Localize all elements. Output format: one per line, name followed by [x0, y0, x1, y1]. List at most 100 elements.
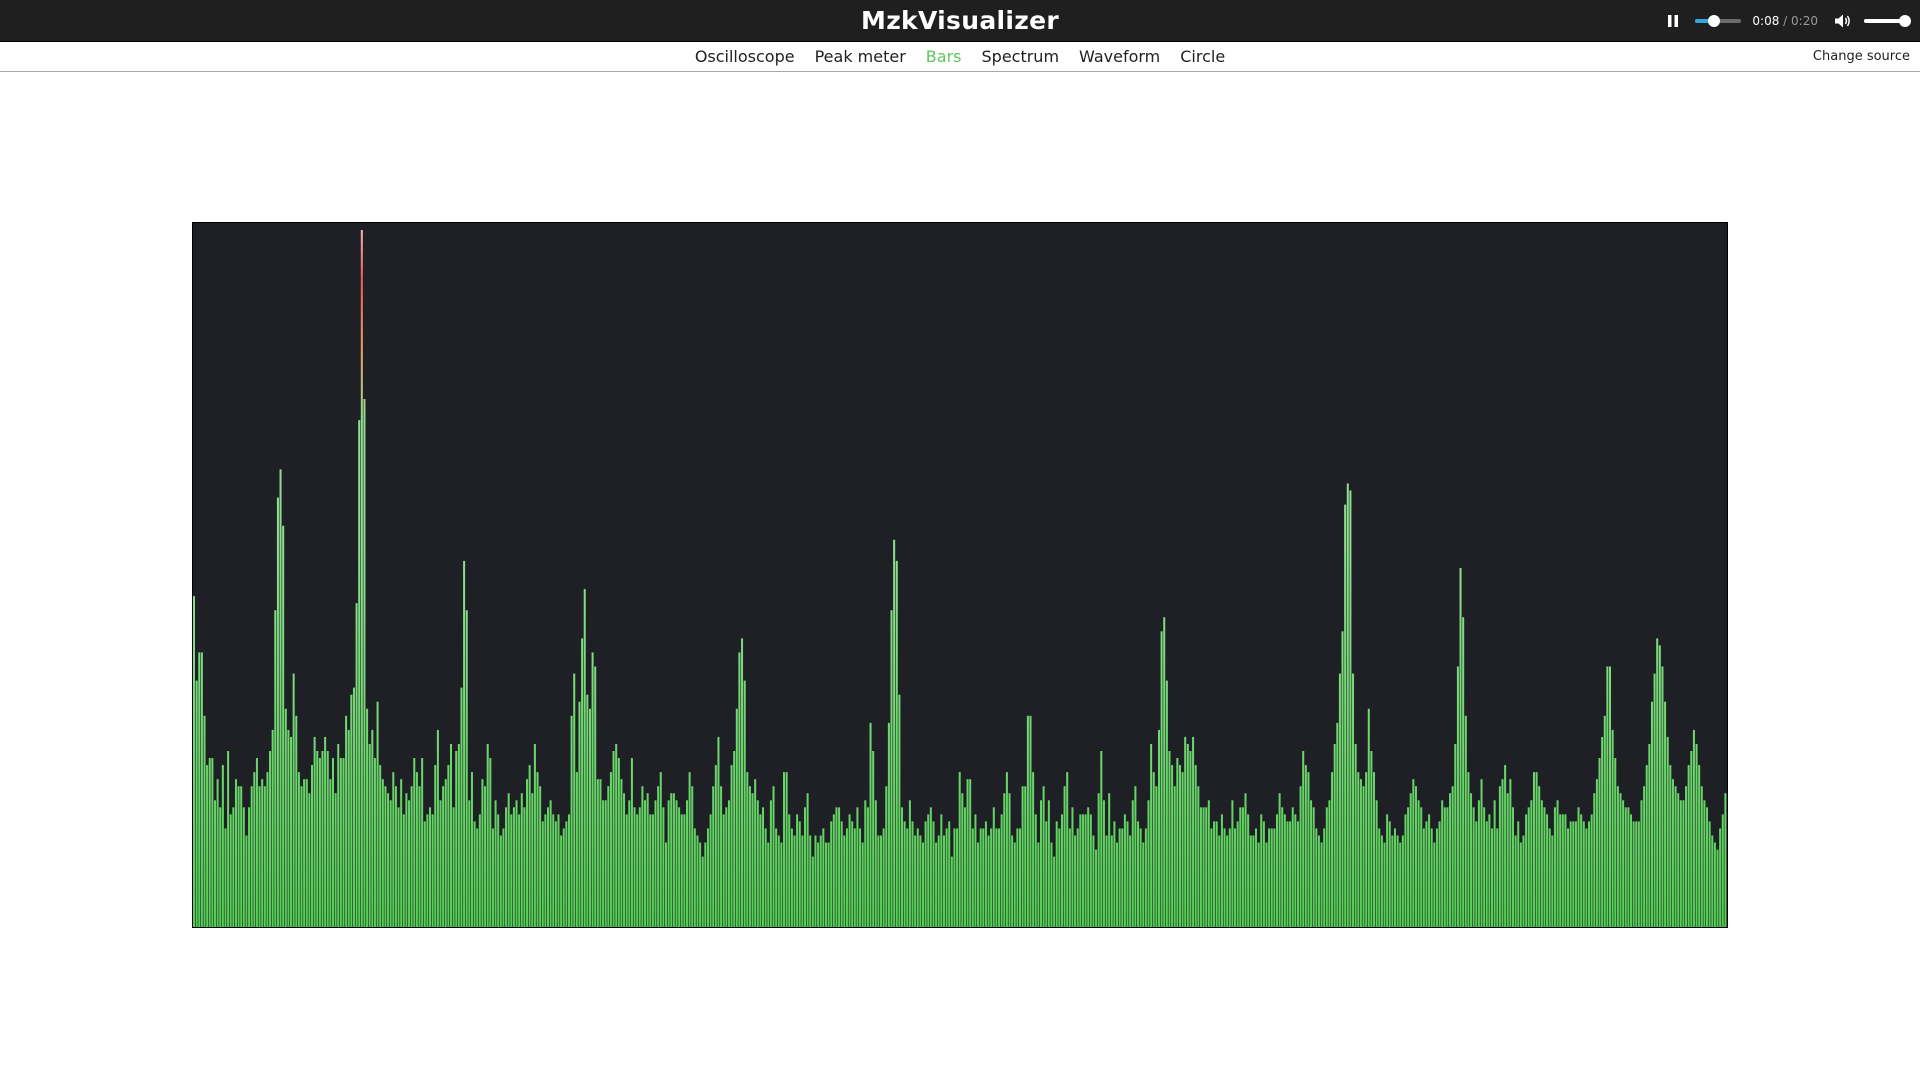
frequency-bar	[1412, 779, 1415, 927]
frequency-bar	[1220, 814, 1223, 927]
volume-slider[interactable]	[1864, 11, 1912, 31]
frequency-bar	[864, 800, 867, 927]
frequency-bar	[1160, 631, 1163, 927]
frequency-bar	[1585, 828, 1588, 927]
tab-spectrum[interactable]: Spectrum	[982, 47, 1060, 66]
frequency-bar	[617, 758, 620, 927]
frequency-bar	[772, 786, 775, 927]
frequency-bar	[948, 821, 951, 927]
frequency-bar	[764, 828, 767, 927]
frequency-bar	[623, 793, 626, 927]
frequency-bar	[463, 560, 466, 927]
frequency-bar	[908, 800, 911, 927]
frequency-bar	[1622, 800, 1625, 927]
frequency-bar	[1470, 793, 1473, 927]
frequency-bar	[895, 560, 898, 927]
frequency-bar	[717, 736, 720, 927]
frequency-bar	[767, 842, 770, 927]
frequency-bar	[1404, 814, 1407, 927]
frequency-bar	[1564, 814, 1567, 927]
frequency-bar	[1097, 793, 1100, 927]
frequency-bar	[1425, 821, 1428, 927]
frequency-bar	[1244, 793, 1247, 927]
frequency-bar	[956, 828, 959, 927]
frequency-bar	[628, 800, 631, 927]
frequency-bar	[1362, 786, 1365, 927]
frequency-bar	[1173, 786, 1176, 927]
frequency-bar	[1315, 828, 1318, 927]
frequency-bar	[1092, 835, 1095, 927]
frequency-bar	[670, 793, 673, 927]
frequency-bar	[292, 673, 295, 927]
frequency-bar	[756, 800, 759, 927]
frequency-bar	[644, 800, 647, 927]
tab-circle[interactable]: Circle	[1180, 47, 1225, 66]
frequency-bar	[1475, 821, 1478, 927]
mute-button[interactable]	[1832, 10, 1854, 32]
frequency-bar	[735, 708, 738, 927]
frequency-bar	[507, 793, 510, 927]
frequency-bar	[654, 800, 657, 927]
frequency-bar	[1422, 828, 1425, 927]
frequency-bar	[565, 821, 568, 927]
frequency-bar	[1504, 765, 1507, 927]
tab-waveform[interactable]: Waveform	[1079, 47, 1160, 66]
frequency-bar	[659, 772, 662, 927]
frequency-bar	[906, 828, 909, 927]
frequency-bar	[1386, 814, 1389, 927]
frequency-bar	[1296, 821, 1299, 927]
frequency-bar	[942, 835, 945, 927]
tab-bars[interactable]: Bars	[926, 47, 962, 66]
frequency-bar	[468, 800, 471, 927]
frequency-bar	[1443, 807, 1446, 927]
frequency-bar	[345, 715, 348, 927]
frequency-bar	[738, 652, 741, 927]
frequency-bar	[1491, 828, 1494, 927]
frequency-bar	[439, 800, 442, 927]
frequency-bar	[1551, 835, 1554, 927]
frequency-bar	[248, 807, 251, 927]
frequency-bar	[1532, 772, 1535, 927]
tab-peak-meter[interactable]: Peak meter	[815, 47, 906, 66]
frequency-bar	[751, 793, 754, 927]
frequency-bar	[211, 758, 214, 927]
frequency-bar	[1548, 828, 1551, 927]
frequency-bar	[329, 779, 332, 927]
frequency-bar	[421, 758, 424, 927]
frequency-bar	[266, 772, 269, 927]
seek-thumb[interactable]	[1707, 14, 1720, 27]
frequency-bar	[1577, 807, 1580, 927]
change-source-link[interactable]: Change source	[1813, 42, 1910, 72]
frequency-bar	[1462, 617, 1465, 927]
frequency-bar	[898, 694, 901, 927]
frequency-bar	[394, 786, 397, 927]
frequency-bar	[253, 772, 256, 927]
frequency-bar	[1519, 842, 1522, 927]
frequency-bar	[759, 814, 762, 927]
frequency-bar	[1116, 842, 1119, 927]
frequency-bar	[1050, 842, 1053, 927]
frequency-bar	[1100, 751, 1103, 927]
volume-thumb[interactable]	[1899, 14, 1912, 27]
frequency-bar	[258, 786, 261, 927]
frequency-bar	[229, 814, 232, 927]
frequency-bar	[518, 814, 521, 927]
frequency-bar	[1029, 715, 1032, 927]
frequency-bar	[1451, 786, 1454, 927]
seek-slider[interactable]	[1695, 11, 1742, 31]
frequency-bar	[1045, 821, 1048, 927]
frequency-bar	[510, 814, 513, 927]
frequency-bar	[303, 779, 306, 927]
frequency-bar	[1053, 856, 1056, 927]
frequency-bar	[413, 758, 416, 927]
frequency-bar	[1401, 835, 1404, 927]
pause-button[interactable]	[1661, 9, 1685, 33]
frequency-bar	[741, 638, 744, 927]
frequency-bar	[1700, 786, 1703, 927]
frequency-bar	[397, 807, 400, 927]
frequency-bar	[1105, 835, 1108, 927]
tab-oscilloscope[interactable]: Oscilloscope	[695, 47, 795, 66]
frequency-bar	[801, 835, 804, 927]
frequency-bar	[1664, 701, 1667, 927]
frequency-bar	[1370, 751, 1373, 927]
